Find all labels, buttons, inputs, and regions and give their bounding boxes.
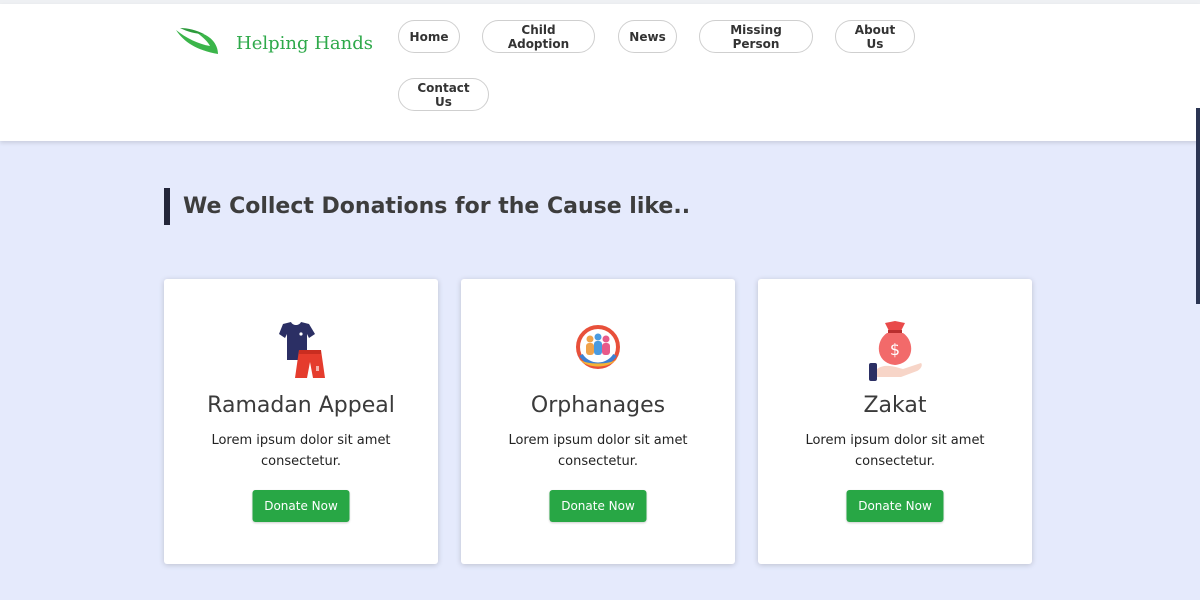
nav-about-us[interactable]: About Us (835, 20, 915, 53)
brand-name: Helping Hands (236, 32, 374, 54)
donate-now-button[interactable]: Donate Now (846, 490, 944, 522)
heading-accent-bar (164, 188, 170, 225)
donate-now-button[interactable]: Donate Now (252, 490, 350, 522)
card-title: Zakat (863, 393, 927, 418)
section-heading: We Collect Donations for the Cause like.… (164, 188, 690, 225)
clothes-icon (271, 319, 331, 381)
brand-logo[interactable]: Helping Hands (174, 26, 373, 56)
scrollbar-thumb[interactable] (1196, 108, 1200, 304)
leaf-hand-icon (176, 28, 218, 54)
card-title: Ramadan Appeal (207, 393, 395, 418)
card-description: Lorem ipsum dolor sit amet consectetur. (508, 433, 688, 469)
nav-contact-us[interactable]: Contact Us (398, 78, 489, 111)
nav-missing-person[interactable]: Missing Person (699, 20, 813, 53)
donation-card-ramadan: Ramadan Appeal Lorem ipsum dolor sit ame… (164, 279, 438, 564)
site-header: Helping Hands Home Child Adoption News M… (0, 4, 1200, 141)
nav-home[interactable]: Home (398, 20, 460, 53)
card-title: Orphanages (530, 393, 666, 418)
donation-card-zakat: $ Zakat Lorem ipsum dolor sit amet conse… (758, 279, 1032, 564)
card-description: Lorem ipsum dolor sit amet consectetur. (211, 433, 391, 469)
donation-card-orphanages: Orphanages Lorem ipsum dolor sit amet co… (461, 279, 735, 564)
section-title: We Collect Donations for the Cause like.… (183, 194, 691, 219)
donate-now-button[interactable]: Donate Now (549, 490, 647, 522)
money-bag-hand-icon: $ (865, 319, 925, 381)
card-description: Lorem ipsum dolor sit amet consectetur. (805, 433, 985, 469)
svg-text:$: $ (890, 340, 900, 359)
nav-child-adoption[interactable]: Child Adoption (482, 20, 595, 53)
family-hands-icon (568, 319, 628, 381)
nav-news[interactable]: News (618, 20, 677, 53)
